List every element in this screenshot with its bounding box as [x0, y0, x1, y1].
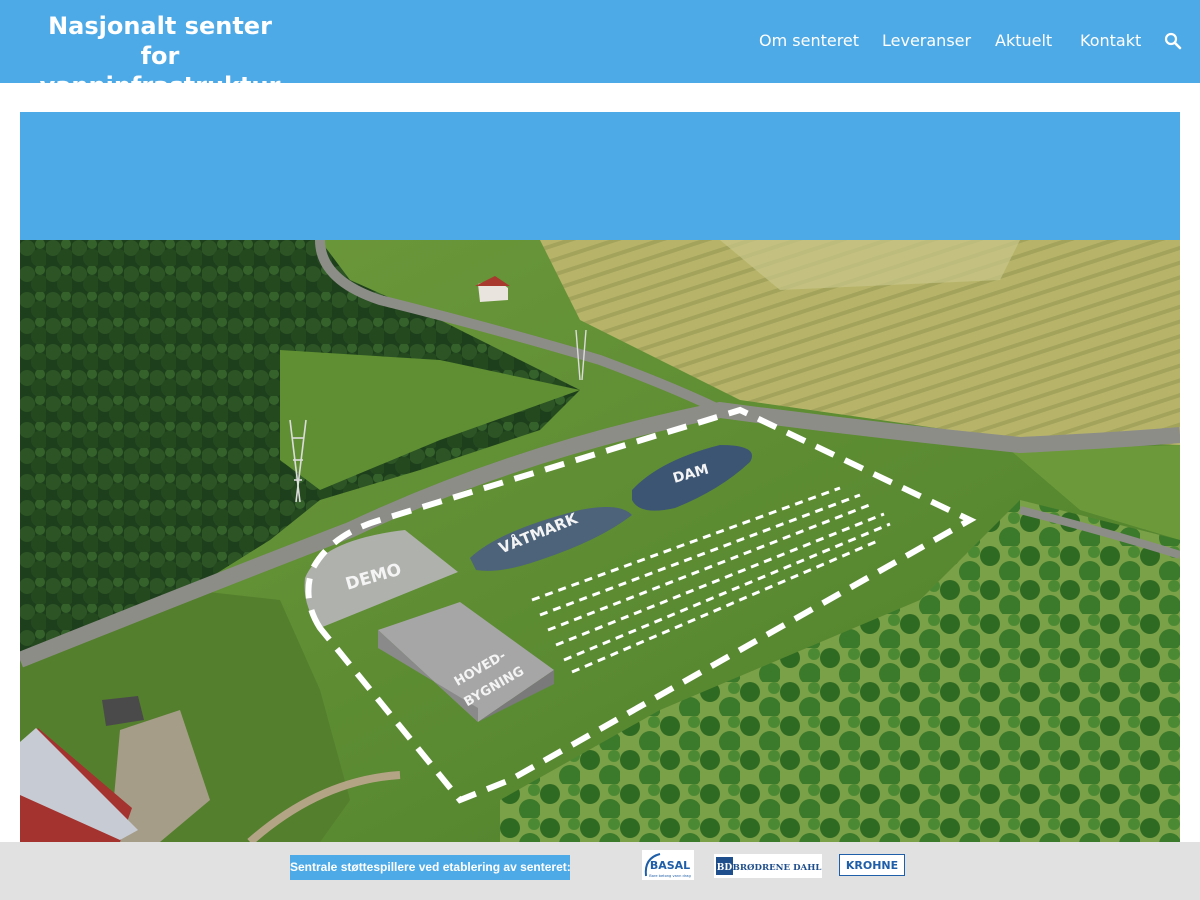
site-title-line2[interactable]: vanninfrastruktur	[30, 71, 290, 101]
krohne-logo[interactable]: KROHNE	[839, 854, 905, 876]
nav-item-leveranser[interactable]: Leveranser	[882, 31, 971, 51]
basal-logo-text: BASAL	[650, 859, 690, 872]
basal-logo-graphic: BASAL Bare betong vann drag	[642, 850, 694, 880]
nav-item-kontakt[interactable]: Kontakt	[1080, 31, 1141, 51]
site-title[interactable]: Nasjonalt senter for vanninfrastruktur	[30, 11, 290, 101]
hero-color-band	[20, 112, 1180, 240]
sponsor-label: Sentrale støttespillere ved etablering a…	[290, 855, 571, 880]
svg-text:BD: BD	[717, 863, 733, 873]
nav-item-om-senteret[interactable]: Om senteret	[759, 31, 859, 51]
krohne-logo-graphic: KROHNE	[839, 854, 905, 876]
site-title-line1[interactable]: Nasjonalt senter for	[30, 11, 290, 71]
search-button[interactable]	[1163, 31, 1183, 51]
nav-item-aktuelt[interactable]: Aktuelt	[995, 31, 1052, 51]
brodrene-dahl-logo-graphic: BD BRØDRENE DAHL	[714, 854, 822, 878]
basal-logo[interactable]: BASAL Bare betong vann drag	[642, 850, 694, 880]
brodrene-dahl-logo-text: BRØDRENE DAHL	[733, 862, 822, 873]
search-icon	[1164, 32, 1182, 50]
hero-banner: DEMO VÅTMARK DAM HOVED- BYGNING	[20, 112, 1180, 842]
aerial-site-plan-image: DEMO VÅTMARK DAM HOVED- BYGNING	[20, 240, 1180, 842]
sponsor-strip: Sentrale støttespillere ved etablering a…	[0, 842, 1200, 900]
krohne-logo-text: KROHNE	[846, 859, 898, 872]
basal-logo-tagline: Bare betong vann drag	[649, 874, 691, 878]
brodrene-dahl-logo[interactable]: BD BRØDRENE DAHL	[714, 854, 822, 878]
site-header: Nasjonalt senter for vanninfrastruktur O…	[0, 0, 1200, 100]
